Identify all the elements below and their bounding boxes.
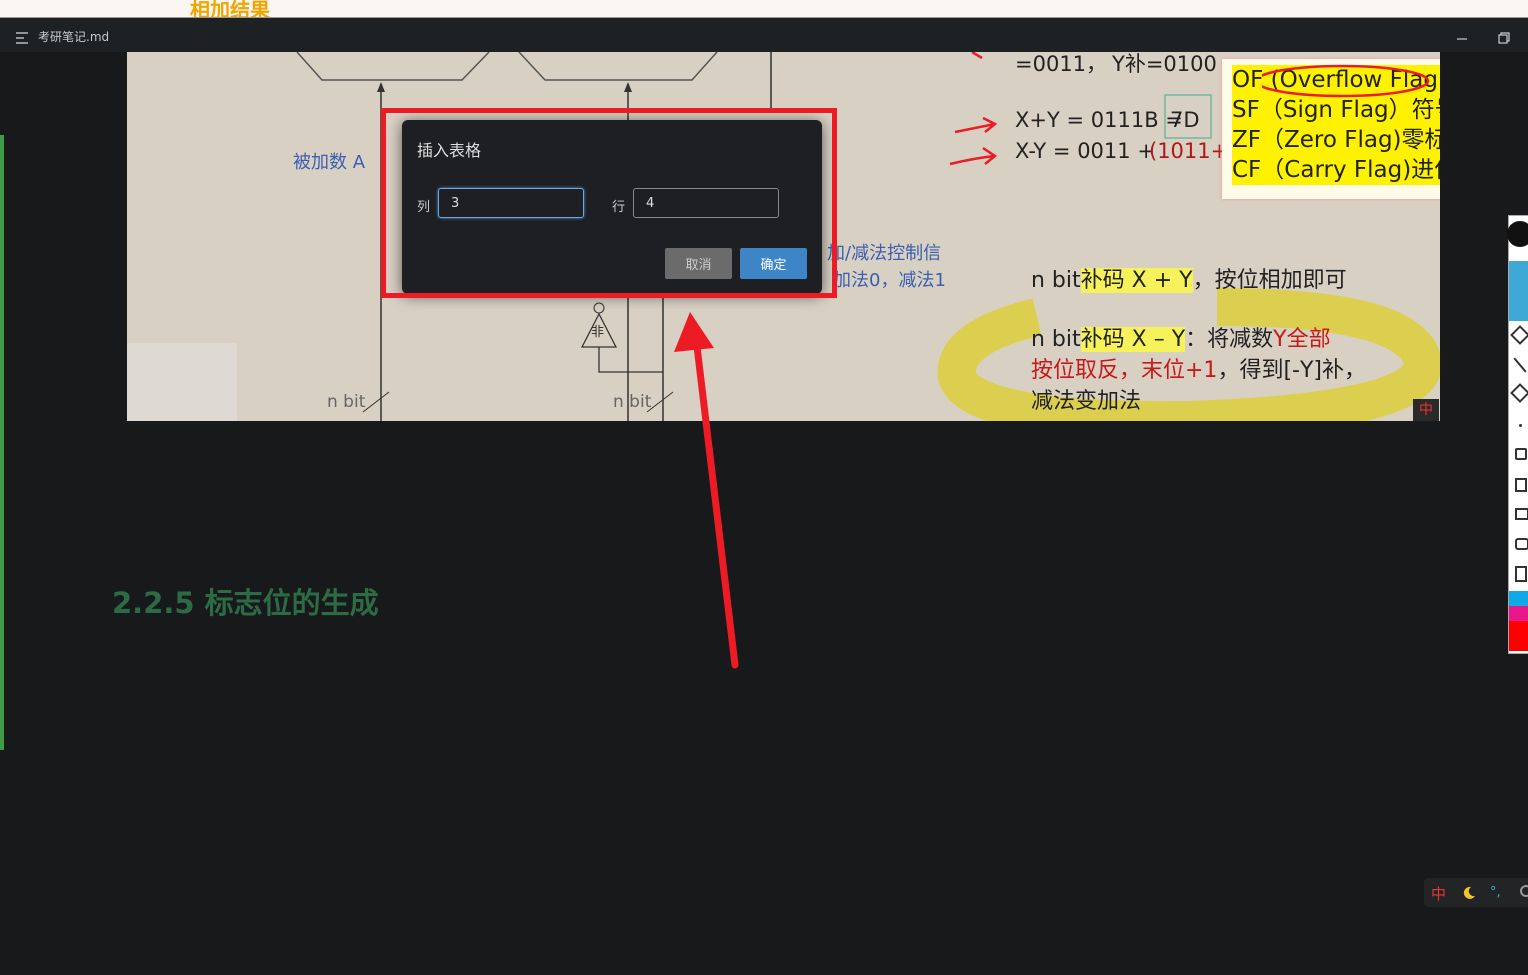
control-signal-label: 加法0，减法1 xyxy=(833,270,946,291)
select-tool-icon[interactable] xyxy=(1509,261,1528,321)
title-bar: 考研笔记.md xyxy=(0,18,1528,52)
color-swatch-cyan[interactable] xyxy=(1509,591,1528,606)
color-swatch-magenta[interactable] xyxy=(1509,606,1528,621)
minimize-icon[interactable] xyxy=(1456,28,1468,47)
background-window-text: 相加结果 xyxy=(190,0,270,18)
annotation-highlight-box xyxy=(381,108,837,298)
equation-text: =0011， xyxy=(1015,52,1108,76)
difference-equation-red: (1011+ xyxy=(1149,139,1229,163)
annotation-arrow xyxy=(674,312,739,669)
moon-icon[interactable] xyxy=(1462,885,1476,904)
line-tool-icon[interactable] xyxy=(1513,357,1527,373)
outline-icon[interactable] xyxy=(16,29,30,48)
tag-tool-icon[interactable] xyxy=(1510,325,1528,345)
flags-panel: OF (Overflow Flag)溢出 SF（Sign Flag）符号标志 Z… xyxy=(1222,59,1440,199)
annotation-toolbar xyxy=(1507,215,1528,654)
settings-icon[interactable] xyxy=(1520,885,1528,897)
control-signal-label: 加/减法控制信 xyxy=(827,243,942,264)
ime-status-bar: 中 °, xyxy=(1424,878,1528,907)
file-name: 考研笔记.md xyxy=(38,30,110,44)
not-gate-label: 非 xyxy=(591,325,605,340)
section-heading: 2.2.5 标志位的生成 xyxy=(112,586,379,620)
flag-cf: CF（Carry Flag)进位/借位 xyxy=(1232,157,1440,183)
background-window-strip: 相加结果 xyxy=(0,0,1528,18)
ime-mode-toggle[interactable]: 中 xyxy=(1431,883,1446,904)
equation-text: Y补=0100 xyxy=(1112,52,1217,76)
sum-hex: 7D xyxy=(1170,108,1200,132)
pen-tool-icon[interactable] xyxy=(1507,221,1528,247)
editor-focus-bar xyxy=(0,135,4,750)
clipboard-icon[interactable] xyxy=(1515,566,1527,582)
punctuation-icon[interactable]: °, xyxy=(1490,885,1501,900)
difference-equation: X-Y = 0011 + xyxy=(1015,139,1155,163)
sum-equation: X+Y = 0111B = xyxy=(1015,108,1183,132)
color-swatch-red[interactable] xyxy=(1509,621,1528,651)
screen-icon[interactable] xyxy=(1515,508,1528,520)
flag-sf: SF（Sign Flag）符号标志 xyxy=(1232,97,1440,123)
flag-zf: ZF（Zero Flag)零标志， xyxy=(1232,127,1440,153)
add-note: n bit补码 X + Y，按位相加即可 xyxy=(1031,268,1347,293)
restore-icon[interactable] xyxy=(1498,29,1510,48)
bit-width-label: n bit xyxy=(327,392,366,412)
trash-icon[interactable] xyxy=(1515,478,1527,492)
subtract-note: n bit补码 X – Y：将减数Y全部 按位取反，末位+1，得到[-Y]补， … xyxy=(1031,327,1366,414)
ime-badge: 中 xyxy=(1413,399,1439,421)
undo-icon[interactable] xyxy=(1515,448,1527,460)
camera-icon[interactable] xyxy=(1515,538,1528,550)
eraser-tool-icon[interactable] xyxy=(1510,383,1528,403)
augend-label: 被加数 A xyxy=(293,152,366,173)
bit-width-label: n bit xyxy=(613,392,652,412)
dot-size-icon[interactable] xyxy=(1519,424,1522,427)
